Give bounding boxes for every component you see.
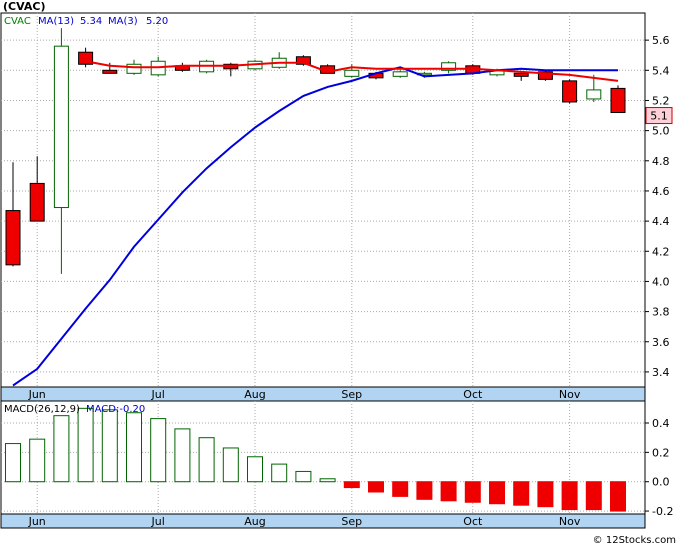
macd-x-tick-label: Jul xyxy=(151,515,165,528)
macd-bar xyxy=(440,481,457,502)
stock-chart: 5.6 5.4 5.2 5.0 4.8 4.6 4.4 4.2 4.0 3.8 3.6 3.4 Jun J… xyxy=(0,0,680,546)
macd-bar xyxy=(53,415,70,483)
price-x-tick-label: Oct xyxy=(463,388,483,401)
macd-bar xyxy=(101,409,118,483)
macd-bar xyxy=(150,418,167,483)
price-y-tick-label: 4.6 xyxy=(652,185,670,198)
candle-body xyxy=(102,69,118,74)
macd-bar xyxy=(464,481,481,503)
macd-bar xyxy=(513,481,530,506)
macd-bar xyxy=(489,481,505,505)
macd-bar xyxy=(295,470,312,483)
macd-legend-item: MACD(26,12,9) xyxy=(4,404,80,415)
price-y-tick-label: 5.2 xyxy=(652,94,670,107)
price-legend-item: MA(13) xyxy=(38,16,74,27)
price-date-band xyxy=(0,386,646,402)
macd-bar xyxy=(610,481,626,512)
candle-body xyxy=(126,63,142,74)
candle-body xyxy=(610,87,626,114)
macd-legend-item: MACD:-0.20 xyxy=(86,404,145,415)
macd-bar xyxy=(222,447,239,483)
price-y-tick-label: 4.8 xyxy=(652,155,670,168)
macd-bar xyxy=(29,438,46,483)
macd-bar xyxy=(343,481,360,489)
macd-bar xyxy=(392,481,409,497)
macd-bar xyxy=(271,463,288,483)
macd-y-tick-label: 0.2 xyxy=(652,446,670,459)
price-x-tick-label: Jun xyxy=(28,388,46,401)
macd-bar xyxy=(561,481,578,511)
macd-date-band xyxy=(0,513,646,529)
candle-body xyxy=(392,71,408,77)
macd-x-tick-label: Sep xyxy=(341,515,362,528)
candle-body xyxy=(5,210,21,266)
last-price-label: 5.1 xyxy=(650,110,668,123)
price-y-tick-label: 5.4 xyxy=(652,64,670,77)
candle-body xyxy=(562,80,578,103)
price-x-tick-label: Aug xyxy=(244,388,265,401)
price-y-tick-label: 3.6 xyxy=(652,336,670,349)
price-x-tick-label: Sep xyxy=(341,388,362,401)
price-legend-item: MA(3) xyxy=(108,16,138,27)
price-legend-item: CVAC xyxy=(4,16,31,27)
price-y-tick-label: 5.6 xyxy=(652,34,670,47)
candle-body xyxy=(29,182,45,222)
price-y-tick-label: 3.4 xyxy=(652,366,670,379)
macd-x-tick-label: Oct xyxy=(463,515,483,528)
candle-body xyxy=(344,69,360,77)
candle-body xyxy=(53,45,69,209)
macd-bar xyxy=(247,456,263,483)
macd-x-tick-label: Jun xyxy=(28,515,46,528)
chart-canvas: 5.6 5.4 5.2 5.0 4.8 4.6 4.4 4.2 4.0 3.8 3.6 3.4 Jun J… xyxy=(0,12,673,529)
macd-bar xyxy=(585,481,602,511)
price-y-tick-label: 4.0 xyxy=(652,275,670,288)
price-y-tick-label: 5.0 xyxy=(652,125,670,138)
price-y-tick-label: 3.8 xyxy=(652,306,670,319)
macd-bar xyxy=(77,407,94,483)
price-x-tick-label: Nov xyxy=(559,388,581,401)
candle-body xyxy=(513,72,529,77)
ticker-label: (CVAC) xyxy=(3,0,46,13)
watermark: © 12Stocks.com xyxy=(592,535,676,546)
price-x-tick-label: Jul xyxy=(151,388,165,401)
macd-y-tick-label: -0.2 xyxy=(652,505,673,518)
macd-bar xyxy=(416,481,433,500)
price-y-tick-label: 4.4 xyxy=(652,215,670,228)
price-legend-item: 5.34 xyxy=(80,16,102,27)
price-legend-item: 5.20 xyxy=(146,16,168,27)
macd-bar xyxy=(537,481,554,508)
macd-bar xyxy=(174,428,191,483)
macd-bar xyxy=(198,437,215,483)
candle-body xyxy=(586,89,602,100)
macd-x-tick-label: Nov xyxy=(559,515,581,528)
macd-y-tick-label: 0.4 xyxy=(652,417,670,430)
price-y-tick-label: 4.2 xyxy=(652,245,670,258)
macd-bar xyxy=(126,412,142,483)
macd-x-tick-label: Aug xyxy=(244,515,265,528)
macd-bar xyxy=(5,443,21,483)
macd-bar xyxy=(368,481,384,493)
macd-bar xyxy=(319,478,336,483)
macd-y-tick-label: 0.0 xyxy=(652,476,670,489)
